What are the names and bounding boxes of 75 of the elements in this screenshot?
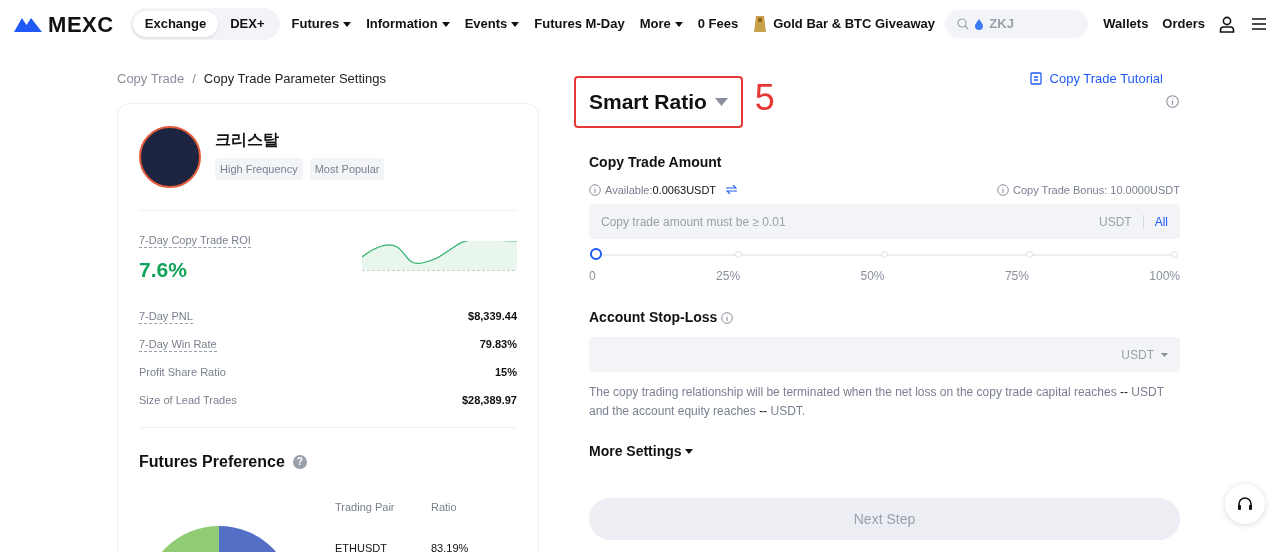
info-icon[interactable]: [1166, 95, 1179, 108]
slider-tick-label: 50%: [860, 268, 885, 285]
column-header: Trading Pair: [335, 500, 396, 515]
nav-link[interactable]: Gold Bar & BTC Giveaway: [753, 14, 935, 34]
stat-label: 7-Day PNL: [139, 308, 193, 324]
more-settings-toggle[interactable]: More Settings: [589, 441, 693, 462]
nav-link[interactable]: More: [639, 14, 683, 34]
stat-label: Size of Lead Trades: [139, 393, 237, 407]
trader-name: 크리스탈: [215, 128, 280, 151]
nav-link[interactable]: Futures: [291, 14, 352, 34]
stat-value: $28,389.97: [461, 392, 517, 408]
nav-link[interactable]: Events: [464, 14, 520, 34]
support-button[interactable]: [1225, 484, 1265, 524]
caret-icon: [343, 21, 352, 27]
section-title: Copy Trade Amount: [589, 152, 723, 172]
all-button[interactable]: All: [1154, 212, 1168, 231]
info-icon: [721, 311, 734, 324]
search-bar[interactable]: ZKJ: [945, 10, 1089, 38]
bonus-text: Copy Trade Bonus: 10.0000USDT: [1013, 182, 1180, 198]
user-icon[interactable]: [1219, 15, 1235, 33]
slider-tick-label: 25%: [716, 268, 741, 285]
annotation-number: 5: [754, 75, 775, 120]
book-icon: [1029, 72, 1042, 86]
caret-icon: [674, 21, 683, 27]
menu-icon[interactable]: [1252, 18, 1266, 30]
logo-text[interactable]: MEXC: [48, 7, 114, 41]
headset-icon: [1237, 497, 1253, 511]
slider-tick-label: 0: [589, 268, 596, 285]
header-link[interactable]: Wallets: [1103, 14, 1149, 34]
info-icon: [589, 183, 601, 196]
header-link[interactable]: Orders: [1162, 14, 1205, 34]
caret-icon: [511, 21, 520, 27]
bullion-icon: [753, 15, 768, 33]
slider-tick-label: 75%: [1004, 268, 1029, 285]
amount-field[interactable]: Copy trade amount must be ≥ 0.01 USDT All: [589, 204, 1180, 239]
segment-tab[interactable]: DEX+: [218, 11, 277, 37]
drop-icon: [975, 18, 984, 30]
unit-label: USDT: [1099, 213, 1132, 231]
available-label: Available:: [605, 182, 653, 198]
stat-value: $8,339.44: [468, 308, 517, 324]
stat-value: 15%: [494, 364, 517, 380]
caret-icon: [714, 97, 728, 106]
nav-link[interactable]: 0 Fees: [697, 14, 739, 34]
caret-icon: [441, 21, 450, 27]
roi-value: 7.6%: [139, 256, 188, 283]
trader-tag: High Frequency: [215, 157, 303, 180]
stop-loss-note: The copy trading relationship will be terminated when the net loss on the copy trade capital reaches -- USDT and the account equity reaches -- USDT.: [589, 384, 1165, 420]
section-title: Futures Preference: [139, 452, 285, 472]
tutorial-link[interactable]: Copy Trade Tutorial: [1029, 69, 1163, 89]
roi-label: 7-Day Copy Trade ROI: [139, 232, 251, 248]
breadcrumb-item[interactable]: Copy Trade Parameter Settings: [203, 69, 386, 89]
search-input[interactable]: ZKJ: [989, 14, 1054, 34]
stat-value: 79.83%: [479, 336, 517, 352]
trader-tag: Most Popular: [309, 157, 385, 180]
slider-track[interactable]: [590, 248, 1179, 262]
section-title: Account Stop-Loss: [589, 308, 718, 327]
logo-icon: [14, 16, 42, 32]
mode-dropdown[interactable]: Smart Ratio: [574, 75, 743, 128]
caret-icon: [684, 449, 693, 454]
slider-tick-label: 100%: [1149, 268, 1180, 285]
breadcrumb-separator: /: [192, 70, 196, 88]
table-cell-text: ETHUSDT: [335, 541, 388, 552]
stat-label: 7-Day Win Rate: [139, 336, 217, 352]
nav-link[interactable]: Futures M-Day: [534, 14, 625, 34]
search-icon: [957, 18, 970, 30]
table-cell-text: 83.19%: [431, 541, 469, 552]
segment-tab[interactable]: Exchange: [132, 11, 219, 37]
available-value: 0.0063USDT: [652, 182, 717, 198]
column-header: Ratio: [431, 500, 458, 515]
nav-link[interactable]: Information: [366, 14, 450, 34]
stat-label: Profit Share Ratio: [139, 365, 226, 379]
caret-icon: [1161, 352, 1168, 357]
slider-thumb[interactable]: [590, 248, 602, 260]
info-icon: [997, 183, 1010, 196]
transfer-icon[interactable]: [726, 185, 738, 195]
